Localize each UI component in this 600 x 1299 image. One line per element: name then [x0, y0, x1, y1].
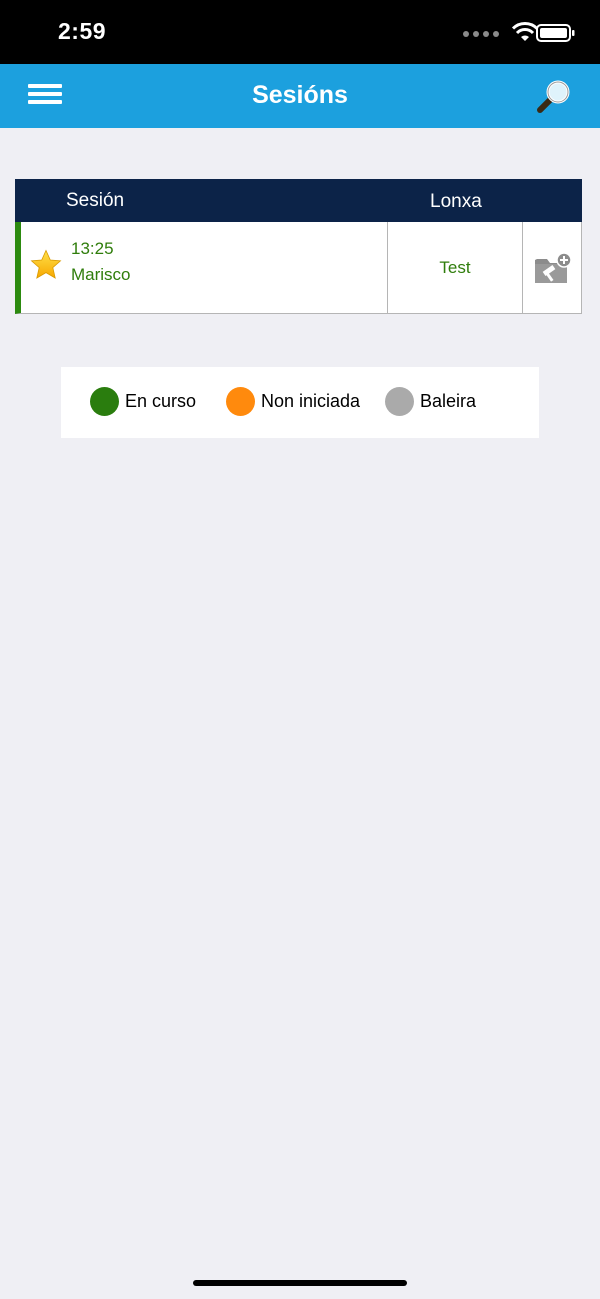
- search-icon[interactable]: [536, 78, 572, 114]
- folder-add-button[interactable]: [523, 222, 582, 313]
- status-legend: En curso Non iniciada Baleira: [61, 367, 539, 438]
- page-title: Sesións: [252, 81, 348, 109]
- home-indicator: [193, 1280, 407, 1286]
- legend-label: Baleira: [420, 391, 477, 411]
- session-time: 13:25: [71, 239, 114, 258]
- legend-label: Non iniciada: [261, 391, 361, 411]
- column-header-session: Sesión: [66, 190, 125, 211]
- lonxa-value: Test: [439, 258, 471, 277]
- session-name: Marisco: [71, 265, 131, 284]
- star-icon[interactable]: [30, 249, 62, 281]
- legend-dot-green: [90, 387, 119, 416]
- table-row[interactable]: 13:25 Marisco Test: [15, 222, 582, 314]
- legend-dot-gray: [385, 387, 414, 416]
- wifi-icon: [512, 22, 538, 41]
- nav-bar: Sesións: [0, 64, 600, 128]
- folder-add-icon: [535, 252, 572, 283]
- sessions-table: Sesión Lonxa 13:25 Marisco Test: [15, 179, 582, 314]
- column-header-lonxa: Lonxa: [430, 191, 482, 212]
- status-bar: 2:59: [0, 0, 600, 64]
- battery-icon: [536, 24, 575, 42]
- legend-dot-orange: [226, 387, 255, 416]
- table-header: Sesión Lonxa: [15, 179, 582, 222]
- signal-dots-icon: [463, 31, 499, 37]
- legend-label: En curso: [125, 391, 197, 411]
- status-time: 2:59: [58, 18, 107, 44]
